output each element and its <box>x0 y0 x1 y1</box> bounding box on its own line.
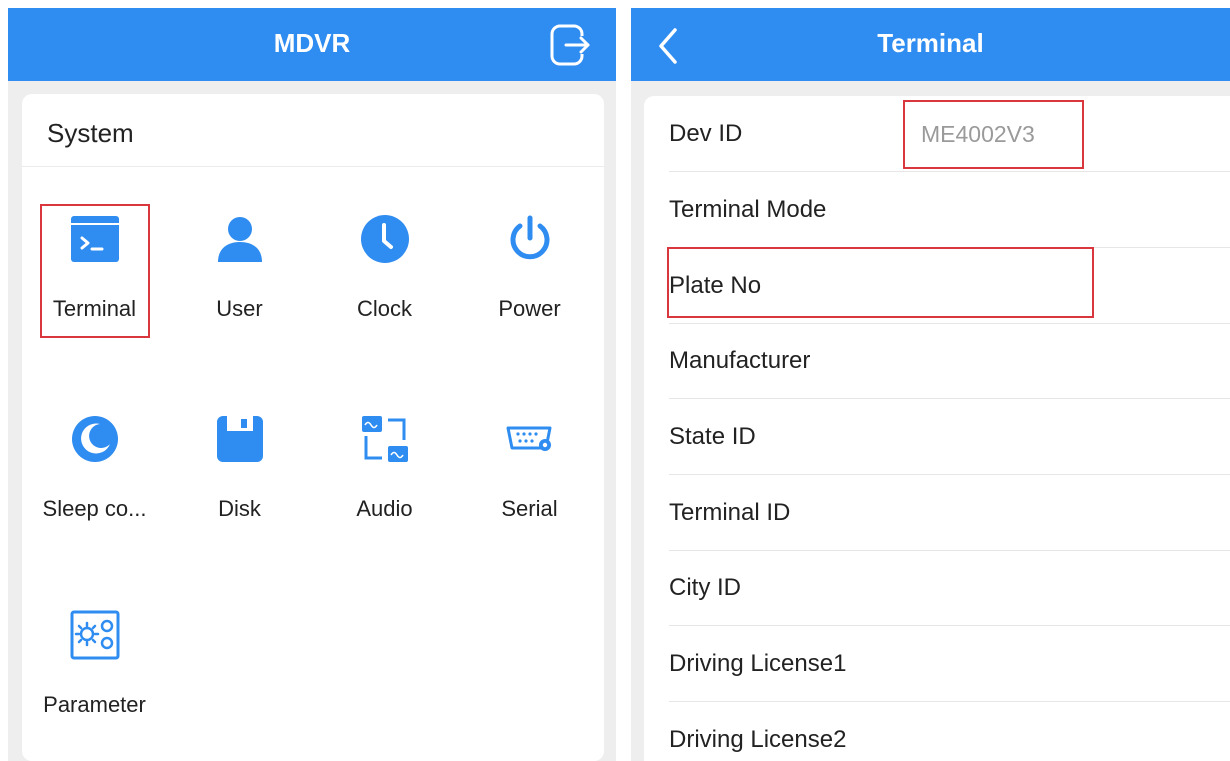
grid-item-terminal[interactable]: Terminal <box>22 196 167 356</box>
row-terminal-mode[interactable]: Terminal Mode <box>644 172 1230 248</box>
row-label: Manufacturer <box>669 347 811 374</box>
row-label: Plate No <box>669 272 762 299</box>
grid-item-parameter[interactable]: Parameter <box>22 590 167 750</box>
grid-item-label: Serial <box>501 496 558 521</box>
terminal-screen: Terminal Dev ID ME4002V3 Terminal Mode P… <box>631 8 1230 761</box>
grid-item-label: Parameter <box>43 692 146 717</box>
row-manufacturer[interactable]: Manufacturer <box>644 323 1230 399</box>
parameter-icon <box>70 610 119 660</box>
serial-port-icon <box>506 426 551 451</box>
grid-item-user[interactable]: User <box>167 196 312 356</box>
grid-item-label: Audio <box>356 496 413 521</box>
row-label: Terminal Mode <box>669 196 827 223</box>
row-label: State ID <box>669 423 756 450</box>
row-terminal-id[interactable]: Terminal ID <box>644 475 1230 551</box>
grid-item-disk[interactable]: Disk <box>167 392 312 552</box>
row-label: Driving License1 <box>669 650 847 677</box>
page-title: Terminal <box>877 28 984 58</box>
page-title: MDVR <box>273 28 351 58</box>
row-driving-license2[interactable]: Driving License2 <box>644 702 1230 761</box>
row-dev-id[interactable]: Dev ID ME4002V3 <box>644 96 1230 172</box>
top-bar: MDVR <box>8 8 616 81</box>
dev-id-value: ME4002V3 <box>921 121 1035 147</box>
row-label: Dev ID <box>669 120 743 147</box>
section-title: System <box>47 118 134 148</box>
grid-item-power[interactable]: Power <box>457 196 602 356</box>
row-plate-no[interactable]: Plate No <box>644 248 1230 324</box>
section-divider <box>22 166 604 167</box>
row-label: Driving License2 <box>669 726 847 753</box>
grid-item-audio[interactable]: Audio <box>312 392 457 552</box>
grid-item-label: Terminal <box>52 296 137 321</box>
grid-item-clock[interactable]: Clock <box>312 196 457 356</box>
grid-item-label: Power <box>498 296 561 321</box>
grid-item-label: User <box>216 296 263 321</box>
top-bar: Terminal <box>631 8 1230 81</box>
row-driving-license1[interactable]: Driving License1 <box>644 626 1230 702</box>
audio-icon <box>361 416 408 462</box>
grid-item-sleep[interactable]: Sleep co... <box>22 392 167 552</box>
grid-item-label: Sleep co... <box>42 496 147 521</box>
power-icon <box>510 215 549 260</box>
clock-icon <box>360 215 409 263</box>
row-state-id[interactable]: State ID <box>644 399 1230 475</box>
disk-icon <box>216 416 263 462</box>
grid-item-label: Disk <box>218 496 261 521</box>
user-icon <box>217 217 262 262</box>
grid-item-serial[interactable]: Serial <box>457 392 602 552</box>
row-label: Terminal ID <box>669 499 791 526</box>
grid-item-label: Clock <box>356 296 412 321</box>
row-city-id[interactable]: City ID <box>644 550 1230 626</box>
terminal-icon <box>70 216 119 262</box>
back-icon[interactable] <box>651 24 687 68</box>
row-label: City ID <box>669 574 741 601</box>
exit-icon[interactable] <box>548 22 592 68</box>
sleep-icon <box>71 416 118 462</box>
